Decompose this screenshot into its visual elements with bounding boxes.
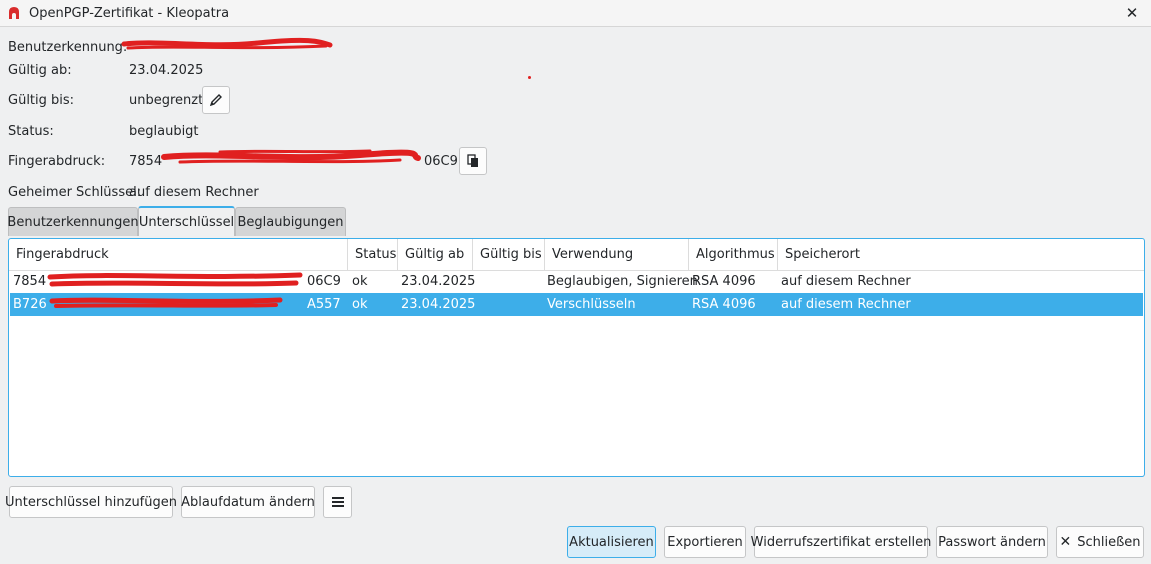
column-header-status[interactable]: Status [348, 239, 398, 270]
row-status: ok [352, 274, 368, 289]
secret-key-label: Geheimer Schlüssel: [8, 185, 142, 200]
column-header-valid-from[interactable]: Gültig ab [398, 239, 473, 270]
table-header: Fingerabdruck Status Gültig ab Gültig bi… [9, 239, 1144, 271]
window-title: OpenPGP-Zertifikat - Kleopatra [29, 5, 230, 21]
tab-certifications[interactable]: Beglaubigungen [235, 207, 346, 236]
valid-from-value: 23.04.2025 [129, 63, 204, 78]
close-icon[interactable]: ✕ [1121, 2, 1143, 24]
redaction-mark [121, 37, 333, 50]
status-label: Status: [8, 124, 54, 139]
pencil-icon [209, 94, 222, 107]
row-usage: Beglaubigen, Signieren [547, 274, 698, 289]
subkeys-table[interactable]: Fingerabdruck Status Gültig ab Gültig bi… [8, 238, 1145, 477]
valid-until-value: unbegrenzt [129, 93, 204, 108]
secret-key-value: auf diesem Rechner [129, 185, 259, 200]
window-titlebar: OpenPGP-Zertifikat - Kleopatra ✕ [0, 0, 1151, 27]
close-button-label: Schließen [1077, 534, 1141, 550]
column-header-usage[interactable]: Verwendung [545, 239, 689, 270]
close-icon: ✕ [1059, 534, 1072, 550]
change-expiry-button[interactable]: Ablaufdatum ändern [181, 486, 315, 518]
row-usage: Verschlüsseln [547, 297, 636, 312]
redaction-dot [528, 76, 531, 79]
create-revocation-button[interactable]: Widerrufszertifikat erstellen [751, 526, 931, 558]
refresh-button[interactable]: Aktualisieren [567, 526, 656, 558]
add-subkey-button[interactable]: Unterschlüssel hinzufügen [5, 486, 177, 518]
kleopatra-app-icon [9, 7, 19, 19]
user-id-label: Benutzerkennung: [8, 40, 128, 55]
row-location: auf diesem Rechner [781, 297, 911, 312]
row-algorithm: RSA 4096 [692, 274, 756, 289]
column-header-algorithm[interactable]: Algorithmus [689, 239, 778, 270]
row-location: auf diesem Rechner [781, 274, 911, 289]
export-button[interactable]: Exportieren [664, 526, 746, 558]
change-password-button[interactable]: Passwort ändern [936, 526, 1048, 558]
edit-expiry-button[interactable] [202, 86, 230, 114]
copy-icon [467, 154, 478, 167]
row-fingerprint-prefix: 7854 [13, 274, 47, 289]
column-header-valid-until[interactable]: Gültig bis [473, 239, 545, 270]
tab-subkeys[interactable]: Unterschlüssel [138, 206, 235, 236]
row-fingerprint-suffix: 06C9 [307, 274, 341, 289]
fingerprint-suffix: 06C9 [424, 154, 458, 169]
row-fingerprint-suffix: A557 [307, 297, 341, 312]
redaction-mark [161, 149, 421, 164]
row-valid-from: 23.04.2025 [401, 297, 476, 312]
column-header-location[interactable]: Speicherort [778, 239, 1144, 270]
hamburger-menu-icon [331, 497, 344, 507]
fingerprint-label: Fingerabdruck: [8, 154, 106, 169]
valid-until-label: Gültig bis: [8, 93, 75, 108]
redaction-mark [49, 297, 283, 308]
redaction-mark [47, 272, 303, 287]
column-header-fingerprint[interactable]: Fingerabdruck [9, 239, 348, 270]
table-row-selected[interactable]: B726 A557 ok 23.04.2025 Verschlüsseln RS… [10, 293, 1143, 316]
row-fingerprint-prefix: B726 [13, 297, 47, 312]
row-algorithm: RSA 4096 [692, 297, 756, 312]
row-valid-from: 23.04.2025 [401, 274, 476, 289]
table-row[interactable]: 7854 06C9 ok 23.04.2025 Beglaubigen, Sig… [10, 270, 1143, 293]
row-status: ok [352, 297, 368, 312]
fingerprint-prefix: 7854 [129, 154, 163, 169]
tab-user-ids[interactable]: Benutzerkennungen [7, 207, 139, 236]
more-actions-button[interactable] [323, 486, 352, 518]
status-value: beglaubigt [129, 124, 199, 139]
valid-from-label: Gültig ab: [8, 63, 72, 78]
close-button[interactable]: ✕ Schließen [1056, 526, 1144, 558]
copy-fingerprint-button[interactable] [459, 147, 487, 175]
